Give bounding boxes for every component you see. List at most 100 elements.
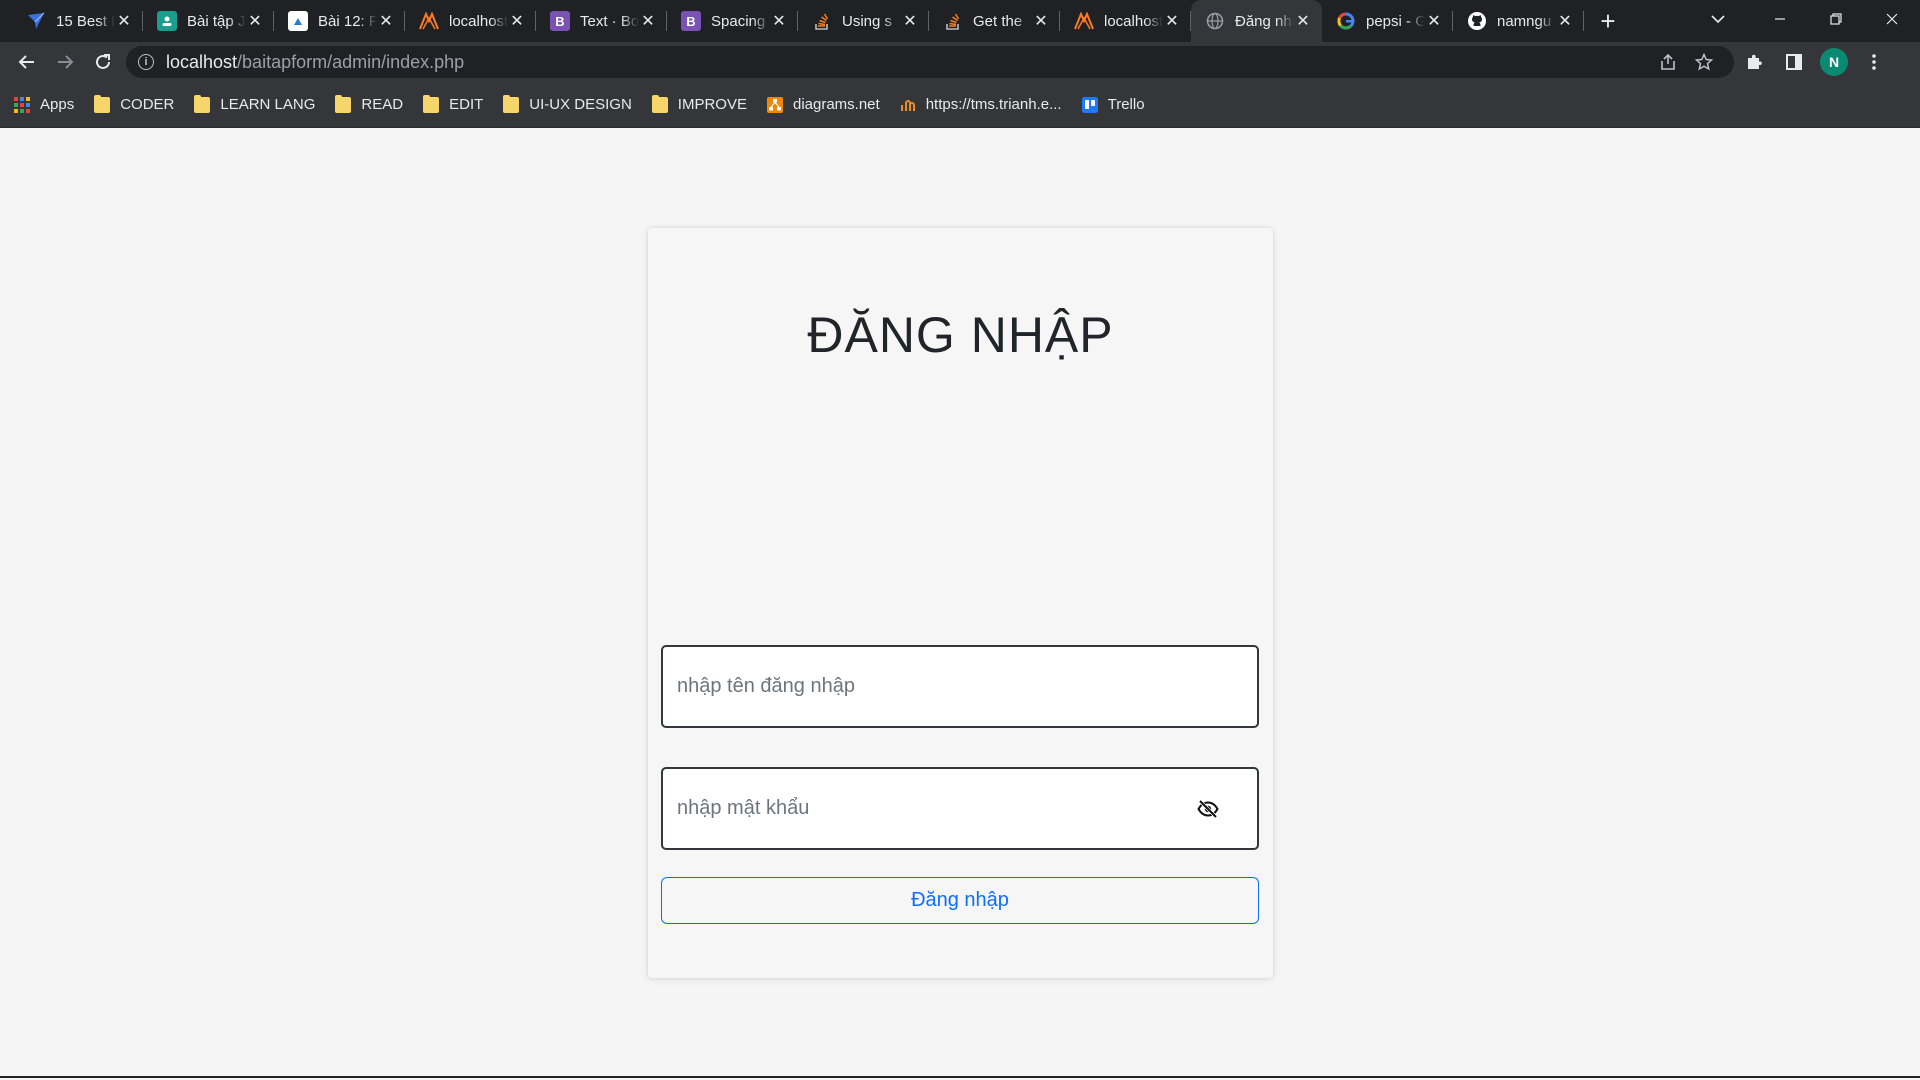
- login-button[interactable]: Đăng nhập: [661, 877, 1259, 924]
- tab[interactable]: pepsi - Google✕: [1322, 0, 1453, 42]
- tab-title: pepsi - Google: [1366, 12, 1425, 30]
- tab-title: Get the: [973, 12, 1023, 30]
- tab-favicon: B: [550, 11, 570, 31]
- tab[interactable]: localhost ✕: [1060, 0, 1191, 42]
- tab[interactable]: B Spacing ✕: [667, 0, 798, 42]
- tab[interactable]: namngu ✕: [1453, 0, 1584, 42]
- tab-title: Spacing: [711, 12, 766, 30]
- login-card: ĐĂNG NHẬP Đăng nhập: [648, 228, 1273, 978]
- folder-icon: [423, 94, 440, 113]
- bookmark-label: Trello: [1107, 96, 1145, 113]
- close-icon[interactable]: ✕: [639, 12, 657, 30]
- tab[interactable]: Bài 12: Form✕: [274, 0, 405, 42]
- password-input[interactable]: [677, 797, 1195, 820]
- divider: [0, 1076, 1920, 1078]
- close-icon[interactable]: ✕: [1556, 12, 1574, 30]
- tab-title: Đăng nhập: [1235, 12, 1294, 30]
- address-bar[interactable]: i localhost/baitapform/admin/index.php: [126, 46, 1734, 78]
- close-icon[interactable]: ✕: [246, 12, 264, 30]
- tab-title: 15 Best Free: [56, 12, 115, 30]
- extensions-puzzle-icon[interactable]: [1734, 43, 1774, 81]
- drawio-icon: [766, 96, 783, 113]
- bookmark-label: UI-UX DESIGN: [529, 96, 632, 113]
- tab[interactable]: localhost ✕: [405, 0, 536, 42]
- close-icon[interactable]: ✕: [377, 12, 395, 30]
- tab-favicon: [157, 11, 177, 31]
- bookmark-star-icon[interactable]: [1686, 53, 1722, 71]
- profile-avatar[interactable]: N: [1814, 43, 1854, 81]
- tab[interactable]: Get the ✕: [929, 0, 1060, 42]
- tab-title: Text · Bootstrap: [580, 12, 639, 30]
- new-tab-button[interactable]: +: [1588, 0, 1628, 42]
- tab-favicon: [26, 11, 46, 31]
- side-panel-icon[interactable]: [1774, 43, 1814, 81]
- bookmark-folder-edit[interactable]: EDIT: [423, 94, 483, 113]
- bookmark-folder-improve[interactable]: IMPROVE: [651, 94, 747, 113]
- github-icon: [1467, 11, 1487, 31]
- eye-slash-icon[interactable]: [1195, 796, 1221, 822]
- tab-strip: 15 Best Free✕ Bài tập Java✕ Bài 12: Form…: [0, 0, 1920, 42]
- folder-icon: [651, 94, 668, 113]
- tab-favicon: B: [681, 11, 701, 31]
- page-title: ĐĂNG NHẬP: [807, 307, 1114, 363]
- bookmark-tms[interactable]: https://tms.trianh.e...: [900, 96, 1062, 113]
- window-controls: [1752, 0, 1920, 38]
- tab[interactable]: Using s ✕: [798, 0, 929, 42]
- close-icon[interactable]: ✕: [115, 12, 133, 30]
- bookmark-folder-ui-ux-design[interactable]: UI-UX DESIGN: [503, 94, 632, 113]
- bookmark-folder-read[interactable]: READ: [335, 94, 404, 113]
- close-icon[interactable]: ✕: [901, 12, 919, 30]
- tab-favicon: [812, 11, 832, 31]
- tab-title: localhost: [449, 12, 508, 30]
- minimize-icon[interactable]: [1752, 0, 1808, 38]
- bookmark-label: LEARN LANG: [220, 96, 316, 113]
- close-icon[interactable]: ✕: [1294, 12, 1312, 30]
- bookmarks-bar: Apps CODER LEARN LANG READ EDIT UI-UX DE…: [0, 82, 1920, 128]
- folder-icon: [503, 94, 520, 113]
- tab-active[interactable]: Đăng nhập✕: [1191, 0, 1322, 42]
- bookmark-label: CODER: [120, 96, 175, 113]
- close-window-icon[interactable]: [1864, 0, 1920, 38]
- close-icon[interactable]: ✕: [1163, 12, 1181, 30]
- tab[interactable]: 15 Best Free✕: [12, 0, 143, 42]
- bookmark-folder-learn-lang[interactable]: LEARN LANG: [194, 94, 316, 113]
- username-field[interactable]: [661, 645, 1259, 728]
- bookmark-trello[interactable]: Trello: [1081, 96, 1145, 113]
- avatar: N: [1820, 48, 1848, 76]
- site-info-icon[interactable]: i: [138, 54, 154, 70]
- tabs: 15 Best Free✕ Bài tập Java✕ Bài 12: Form…: [0, 0, 1584, 42]
- page-content: ĐĂNG NHẬP Đăng nhập: [0, 128, 1920, 1078]
- bookmark-label: diagrams.net: [792, 96, 880, 113]
- apps-grid-icon: [14, 96, 30, 113]
- bookmark-label: IMPROVE: [677, 96, 747, 113]
- password-field[interactable]: [661, 767, 1259, 850]
- bookmark-label: https://tms.trianh.e...: [925, 96, 1062, 113]
- bookmark-folder-coder[interactable]: CODER: [94, 94, 175, 113]
- close-icon[interactable]: ✕: [1425, 12, 1443, 30]
- forward-arrow-icon[interactable]: [46, 43, 84, 81]
- username-input[interactable]: [677, 675, 1243, 698]
- bookmark-apps[interactable]: Apps: [14, 96, 74, 113]
- tab[interactable]: B Text · Bootstrap✕: [536, 0, 667, 42]
- address-path: /baitapform/admin/index.php: [237, 51, 465, 72]
- tab-search-icon[interactable]: [1698, 0, 1738, 38]
- bookmark-label: READ: [361, 96, 404, 113]
- close-icon[interactable]: ✕: [770, 12, 788, 30]
- bookmark-diagrams[interactable]: diagrams.net: [766, 96, 880, 113]
- restore-icon[interactable]: [1808, 0, 1864, 38]
- share-icon[interactable]: [1650, 53, 1686, 71]
- tab[interactable]: Bài tập Java✕: [143, 0, 274, 42]
- tab-favicon: [288, 11, 308, 31]
- close-icon[interactable]: ✕: [1032, 12, 1050, 30]
- tab-title: Using s: [842, 12, 893, 30]
- reload-icon[interactable]: [84, 43, 122, 81]
- menu-kebab-icon[interactable]: [1854, 43, 1894, 81]
- folder-icon: [94, 94, 111, 113]
- address-host: localhost: [166, 51, 238, 72]
- bookmark-label: Apps: [40, 96, 75, 113]
- folder-icon: [194, 94, 211, 113]
- tab-favicon: [943, 11, 963, 31]
- close-icon[interactable]: ✕: [508, 12, 526, 30]
- tms-icon: [900, 97, 916, 113]
- back-arrow-icon[interactable]: [8, 43, 46, 81]
